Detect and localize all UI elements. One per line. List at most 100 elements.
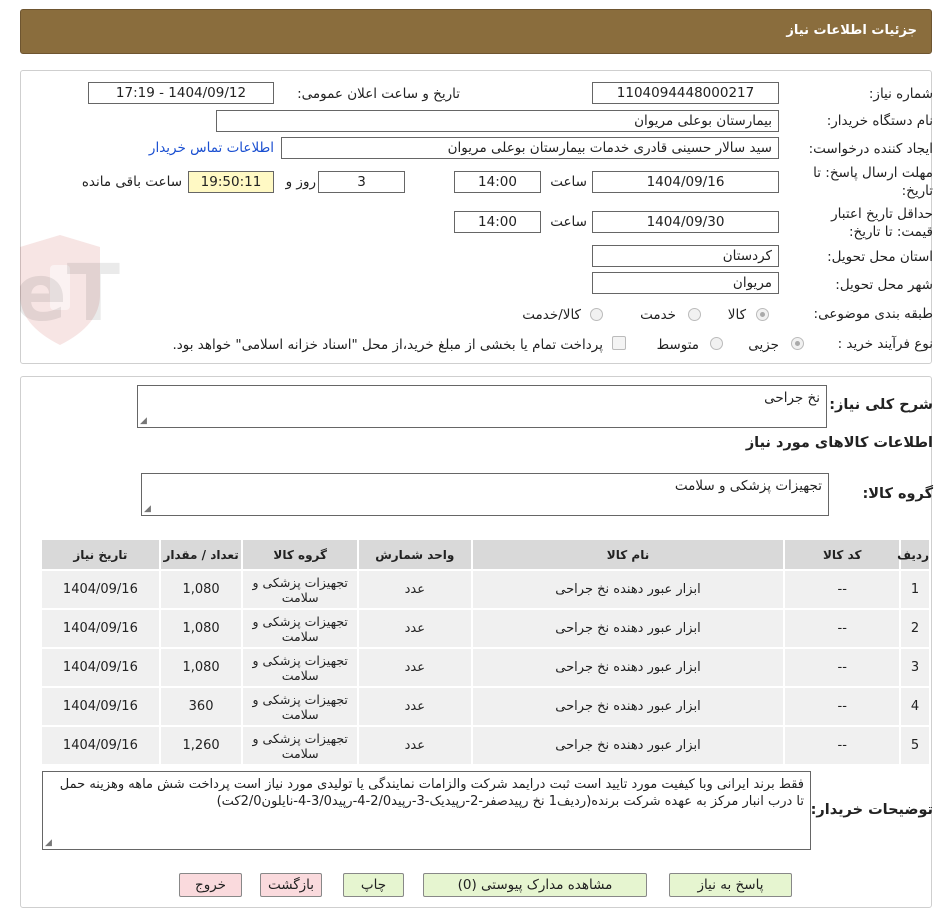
- treasury-payment-checkbox[interactable]: [612, 336, 626, 350]
- cell-group: تجهیزات پزشکی و سلامت: [241, 725, 360, 766]
- need-details-page: جزئیات اطلاعات نیاز AriaTender.neT شماره…: [0, 0, 951, 918]
- cell-unit: عدد: [357, 608, 473, 649]
- city-label: شهر محل تحویل:: [835, 277, 933, 293]
- need-number-label: شماره نیاز:: [868, 86, 933, 102]
- cell-row-num: 5: [899, 725, 931, 766]
- category-radio-goods-service[interactable]: [590, 308, 603, 321]
- col-header-row-num: ردیف: [897, 538, 931, 571]
- table-header-row: ردیف کد کالا نام کالا واحد شمارش گروه کا…: [40, 538, 931, 571]
- remaining-time-field: 19:50:11: [188, 171, 274, 193]
- deadline-label-line1: مهلت ارسال پاسخ: تا: [813, 165, 933, 181]
- buyer-notes-label: توضیحات خریدار:: [810, 802, 933, 818]
- table-row: 4 -- ابزار عبور دهنده نخ جراحی عدد تجهیز…: [40, 686, 931, 727]
- category-option-goods-service: کالا/خدمت: [522, 307, 581, 323]
- process-type-label: نوع فرآیند خرید :: [837, 336, 933, 352]
- goods-group-label: گروه کالا:: [862, 486, 933, 502]
- col-header-group: گروه کالا: [241, 538, 360, 571]
- cell-name: ابزار عبور دهنده نخ جراحی: [470, 686, 786, 727]
- cell-group: تجهیزات پزشکی و سلامت: [241, 647, 360, 688]
- cell-group: تجهیزات پزشکی و سلامت: [241, 608, 360, 649]
- page-header: جزئیات اطلاعات نیاز: [20, 9, 932, 54]
- category-label: طبقه بندی موضوعی:: [813, 306, 933, 322]
- province-field: کردستان: [592, 245, 779, 267]
- cell-name: ابزار عبور دهنده نخ جراحی: [470, 569, 786, 610]
- cell-row-num: 4: [899, 686, 931, 727]
- treasury-payment-note: پرداخت تمام یا بخشی از مبلغ خرید،از محل …: [172, 337, 603, 353]
- validity-time-field: 14:00: [454, 211, 541, 233]
- announce-field: 1404/09/12 - 17:19: [88, 82, 274, 104]
- cell-row-num: 1: [899, 569, 931, 610]
- cell-name: ابزار عبور دهنده نخ جراحی: [470, 608, 786, 649]
- category-radio-goods[interactable]: [756, 308, 769, 321]
- validity-date-field: 1404/09/30: [592, 211, 779, 233]
- cell-name: ابزار عبور دهنده نخ جراحی: [470, 725, 786, 766]
- cell-qty: 360: [158, 686, 244, 727]
- cell-unit: عدد: [357, 647, 473, 688]
- cell-group: تجهیزات پزشکی و سلامت: [241, 686, 360, 727]
- cell-date: 1404/09/16: [40, 608, 161, 649]
- buyer-notes-text: فقط برند ایرانی وبا کیفیت مورد تایید است…: [59, 777, 804, 809]
- cell-row-num: 3: [899, 647, 931, 688]
- need-number-field: 1104094448000217: [592, 82, 779, 104]
- resize-grip-icon: ◢: [140, 416, 147, 426]
- page-title: جزئیات اطلاعات نیاز: [786, 23, 917, 38]
- col-header-qty: تعداد / مقدار: [158, 538, 244, 571]
- general-desc-text: نخ جراحی: [764, 390, 820, 406]
- validity-label-line2: قیمت: تا تاریخ:: [849, 224, 933, 240]
- reply-button[interactable]: پاسخ به نیاز: [669, 873, 792, 897]
- cell-qty: 1,080: [158, 647, 244, 688]
- col-header-date: تاریخ نیاز: [40, 538, 161, 571]
- back-button[interactable]: بازگشت: [260, 873, 322, 897]
- category-radio-service[interactable]: [688, 308, 701, 321]
- cell-code: --: [783, 647, 902, 688]
- general-desc-textarea[interactable]: نخ جراحی ◢: [137, 385, 827, 428]
- days-field: 3: [318, 171, 405, 193]
- announce-label: تاریخ و ساعت اعلان عمومی:: [297, 86, 460, 102]
- validity-time-label: ساعت: [550, 214, 587, 230]
- exit-button[interactable]: خروج: [179, 873, 242, 897]
- deadline-time-label: ساعت: [550, 174, 587, 190]
- cell-group: تجهیزات پزشکی و سلامت: [241, 569, 360, 610]
- cell-code: --: [783, 608, 902, 649]
- print-button[interactable]: چاپ: [343, 873, 404, 897]
- process-option-minor: جزیی: [748, 337, 779, 353]
- remaining-label: ساعت باقی مانده: [81, 174, 182, 190]
- process-radio-medium[interactable]: [710, 337, 723, 350]
- cell-code: --: [783, 686, 902, 727]
- goods-group-textarea[interactable]: تجهیزات پزشکی و سلامت ◢: [141, 473, 829, 516]
- cell-unit: عدد: [357, 569, 473, 610]
- cell-code: --: [783, 725, 902, 766]
- general-desc-label: شرح کلی نیاز:: [829, 397, 933, 413]
- table-row: 2 -- ابزار عبور دهنده نخ جراحی عدد تجهیز…: [40, 608, 931, 649]
- cell-unit: عدد: [357, 686, 473, 727]
- cell-date: 1404/09/16: [40, 686, 161, 727]
- buyer-notes-textarea[interactable]: فقط برند ایرانی وبا کیفیت مورد تایید است…: [42, 771, 811, 850]
- cell-date: 1404/09/16: [40, 647, 161, 688]
- col-header-code: کد کالا: [783, 538, 902, 571]
- resize-grip-icon: ◢: [45, 838, 52, 848]
- resize-grip-icon: ◢: [144, 504, 151, 514]
- process-radio-minor[interactable]: [791, 337, 804, 350]
- deadline-label-line2: تاریخ:: [901, 183, 933, 199]
- cell-row-num: 2: [899, 608, 931, 649]
- province-label: استان محل تحویل:: [827, 249, 933, 265]
- buyer-org-label: نام دستگاه خریدار:: [826, 113, 933, 129]
- col-header-name: نام کالا: [470, 538, 786, 571]
- buyer-contact-link[interactable]: اطلاعات تماس خریدار: [149, 140, 274, 156]
- table-row: 3 -- ابزار عبور دهنده نخ جراحی عدد تجهیز…: [40, 647, 931, 688]
- table-row: 1 -- ابزار عبور دهنده نخ جراحی عدد تجهیز…: [40, 569, 931, 610]
- cell-code: --: [783, 569, 902, 610]
- deadline-date-field: 1404/09/16: [592, 171, 779, 193]
- cell-qty: 1,260: [158, 725, 244, 766]
- category-option-goods: کالا: [727, 307, 746, 323]
- city-field: مریوان: [592, 272, 779, 294]
- goods-group-text: تجهیزات پزشکی و سلامت: [674, 478, 822, 494]
- cell-qty: 1,080: [158, 608, 244, 649]
- attachments-button[interactable]: مشاهده مدارک پیوستی (0): [423, 873, 647, 897]
- col-header-unit: واحد شمارش: [357, 538, 473, 571]
- table-row: 5 -- ابزار عبور دهنده نخ جراحی عدد تجهیز…: [40, 725, 931, 766]
- buyer-org-field: بیمارستان بوعلی مریوان: [216, 110, 779, 132]
- items-table: ردیف کد کالا نام کالا واحد شمارش گروه کا…: [40, 538, 931, 766]
- cell-unit: عدد: [357, 725, 473, 766]
- items-section-title: اطلاعات کالاهای مورد نیاز: [745, 435, 933, 451]
